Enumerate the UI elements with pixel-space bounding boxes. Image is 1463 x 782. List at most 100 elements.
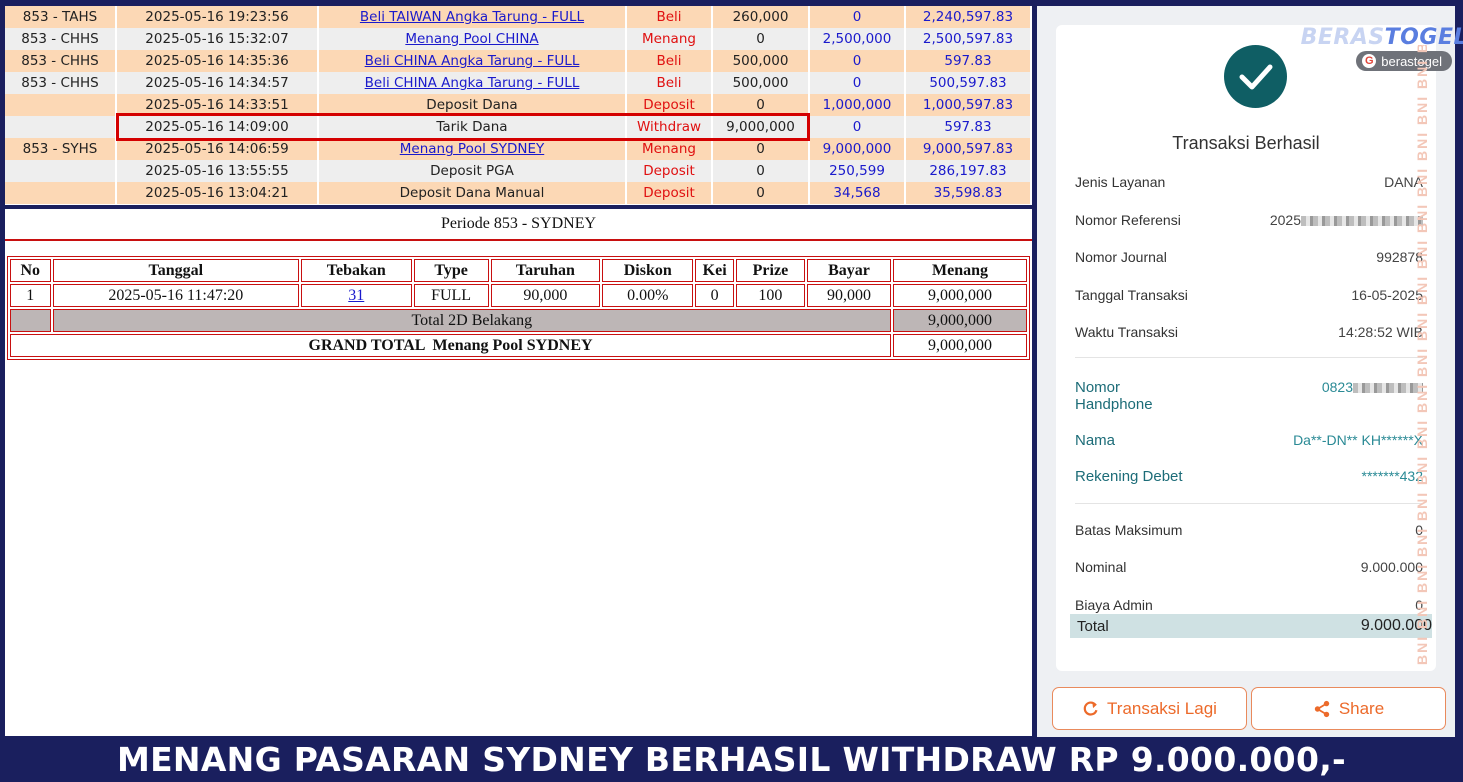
subtotal-empty-cell [10,309,51,332]
cell-credit: 2,500,000 [810,28,906,50]
cell-description: Beli CHINA Angka Tarung - FULL [319,50,627,72]
cell-type: Deposit [627,160,713,182]
row-nomor-referensi: Nomor Referensi 2025 [1075,212,1423,228]
receipt-divider [1075,357,1423,358]
cell-debit: 9,000,000 [713,116,810,138]
cell-balance: 500,597.83 [906,72,1032,94]
batas-maksimum-label: Batas Maksimum [1075,522,1183,538]
receipt-card: BERASTOGEL G berastogel Transaksi Berhas… [1056,25,1463,671]
cell-code [5,116,117,138]
cell-type: Beli [627,72,713,94]
cell-datetime: 2025-05-16 14:06:59 [117,138,319,160]
cell-datetime: 2025-05-16 13:55:55 [117,160,319,182]
description-link[interactable]: Beli TAIWAN Angka Tarung - FULL [360,9,584,25]
cell-menang: 9,000,000 [893,284,1027,307]
nomor-journal-label: Nomor Journal [1075,249,1167,265]
period-title: Periode 853 - SYDNEY [440,215,597,232]
cell-type: Deposit [627,182,713,204]
cell-diskon: 0.00% [602,284,694,307]
subtotal-label: Total 2D Belakang [52,309,892,332]
cell-credit: 0 [810,72,906,94]
nomor-handphone-label: Nomor Handphone [1075,379,1153,413]
table-row: 853 - CHHS 2025-05-16 14:35:36 Beli CHINA … [5,50,1032,72]
cell-debit: 500,000 [713,50,810,72]
row-biaya-admin: Biaya Admin 0 [1075,597,1423,613]
cell-datetime: 2025-05-16 14:35:36 [117,50,319,72]
cell-code [5,182,117,204]
header-bayar: Bayar [806,259,892,282]
table-row: 853 - SYHS 2025-05-16 14:06:59 Menang Pool… [5,138,1032,160]
description-link[interactable]: Beli CHINA Angka Tarung - FULL [365,53,580,69]
cell-description: Menang Pool SYDNEY [319,138,627,160]
subtotal-row: Total 2D Belakang 9,000,000 [10,309,1027,332]
cell-datetime: 2025-05-16 14:09:00 [117,116,319,138]
cell-balance: 597.83 [906,116,1032,138]
biaya-admin-label: Biaya Admin [1075,597,1153,613]
cell-type: Withdraw [627,116,713,138]
row-nominal: Nominal 9.000.000 [1075,559,1423,575]
cell-datetime: 2025-05-16 13:04:21 [117,182,319,204]
cell-code: 853 - CHHS [5,50,117,72]
share-button[interactable]: Share [1251,687,1446,730]
tanggal-transaksi-label: Tanggal Transaksi [1075,287,1188,303]
share-label: Share [1338,698,1385,718]
cell-code [5,94,117,116]
success-check-badge [1224,45,1287,108]
cell-credit: 1,000,000 [810,94,906,116]
description-link[interactable]: Menang Pool CHINA [405,31,538,47]
bank-receipt-panel: BERASTOGEL G berastogel Transaksi Berhas… [1037,6,1463,737]
subtotal-value: 9,000,000 [893,309,1027,332]
transaction-history-table: 853 - TAHS 2025-05-16 19:23:56 Beli TAIWAN… [5,6,1032,204]
cell-description: Beli CHINA Angka Tarung - FULL [319,72,627,94]
transaksi-lagi-button[interactable]: Transaksi Lagi [1052,687,1247,730]
check-icon [1239,64,1272,89]
period-detail-panel: Periode 853 - SYDNEY No Tanggal Tebakan … [5,209,1032,736]
cell-type: FULL [413,284,489,307]
nama-label: Nama [1075,432,1116,449]
cell-description: Deposit PGA [319,160,627,182]
cell-type: Menang [627,28,713,50]
cell-code: 853 - CHHS [5,72,117,94]
row-jenis-layanan: Jenis Layanan DANA [1075,174,1423,190]
cell-description: Beli TAIWAN Angka Tarung - FULL [319,6,627,28]
cell-debit: 0 [713,28,810,50]
cell-type: Deposit [627,94,713,116]
table-row: 2025-05-16 14:33:51 Deposit Dana Deposit 0 1… [5,94,1032,116]
cell-prize: 100 [735,284,805,307]
header-taruhan: Taruhan [490,259,601,282]
row-tanggal-transaksi: Tanggal Transaksi 16-05-2025 [1075,287,1423,303]
cell-datetime: 2025-05-16 14:33:51 [117,94,319,116]
cell-type: Beli [627,6,713,28]
cell-code: 853 - CHHS [5,28,117,50]
cell-tebakan: 31 [301,284,412,307]
cell-credit: 0 [810,6,906,28]
cell-balance: 35,598.83 [906,182,1032,204]
header-tanggal: Tanggal [52,259,300,282]
header-diskon: Diskon [602,259,694,282]
cell-description: Deposit Dana Manual [319,182,627,204]
cell-balance: 2,500,597.83 [906,28,1032,50]
jenis-layanan-label: Jenis Layanan [1075,174,1166,190]
cell-debit: 260,000 [713,6,810,28]
cell-debit: 0 [713,160,810,182]
waktu-transaksi-value: 14:28:52 WIB [1338,324,1423,340]
total-label: Total [1077,617,1109,635]
cell-code: 853 - TAHS [5,6,117,28]
nama-value: Da**-DN** KH******X [1293,432,1423,448]
cell-description: Deposit Dana [319,94,627,116]
cell-description: Tarik Dana [319,116,627,138]
tebakan-link[interactable]: 31 [348,287,364,304]
period-table-header: No Tanggal Tebakan Type Taruhan Diskon K… [10,259,1027,282]
row-rekening-debet: Rekening Debet *******432 [1075,468,1423,485]
cell-credit: 250,599 [810,160,906,182]
cell-taruhan: 90,000 [490,284,601,307]
transaction-history-panel: 853 - TAHS 2025-05-16 19:23:56 Beli TAIWAN… [5,6,1032,205]
row-nomor-handphone: Nomor Handphone 0823 [1075,379,1423,413]
header-tebakan: Tebakan [301,259,412,282]
cell-code: 853 - SYHS [5,138,117,160]
cell-debit: 0 [713,94,810,116]
table-row: 853 - TAHS 2025-05-16 19:23:56 Beli TAIWAN… [5,6,1032,28]
description-link[interactable]: Menang Pool SYDNEY [400,141,545,157]
description-link[interactable]: Beli CHINA Angka Tarung - FULL [365,75,580,91]
cell-type: Beli [627,50,713,72]
